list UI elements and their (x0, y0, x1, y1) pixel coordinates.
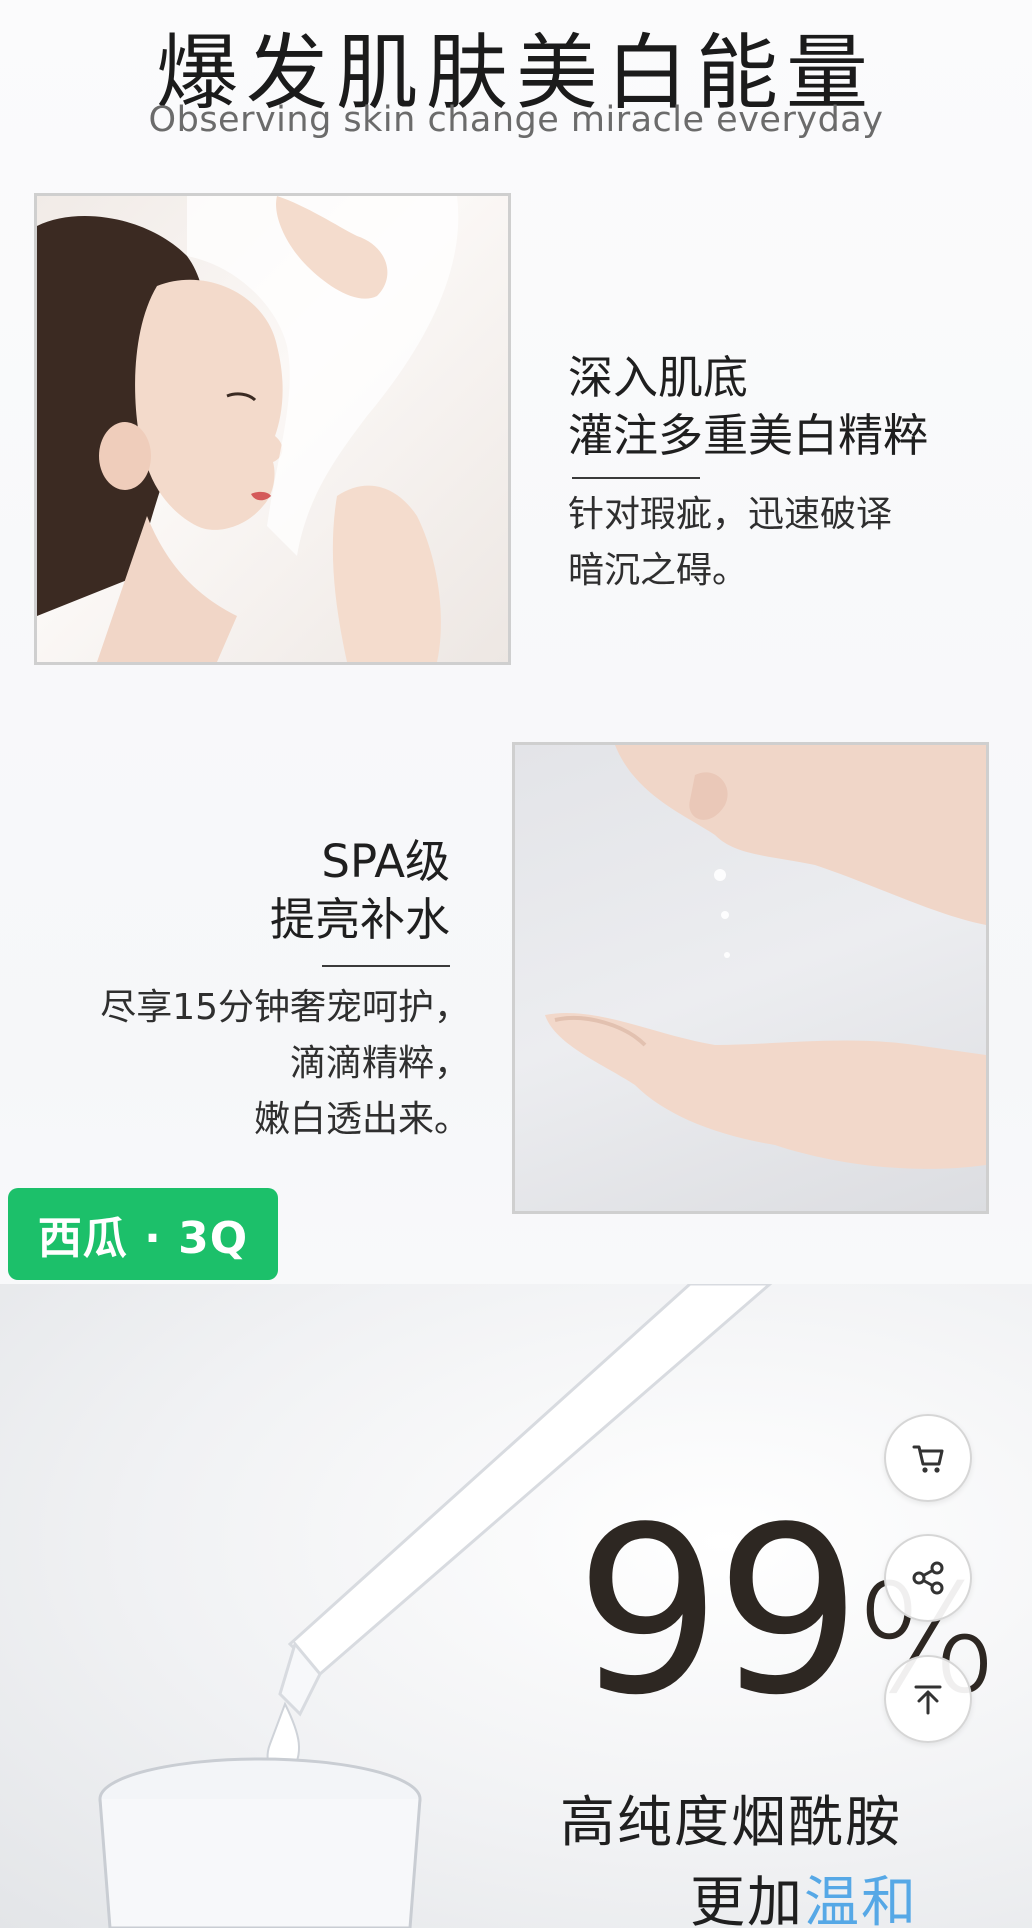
share-button[interactable] (884, 1534, 972, 1622)
promo-line-1: 高纯度烟酰胺 (560, 1790, 903, 1854)
feature-1-description: 针对瑕疵，迅速破译 暗沉之碍。 (568, 494, 893, 591)
share-icon (912, 1561, 944, 1595)
face-mask-illustration (37, 196, 459, 662)
feature-1-title: 深入肌底 灌注多重美白精粹 (568, 351, 929, 462)
page-subtitle: Observing skin change miracle everyday (148, 100, 884, 140)
feature-2-description: 尽享15分钟奢宠呵护， 滴滴精粹， 嫩白透出来。 (100, 987, 470, 1140)
feature-2-title: SPA级 提亮补水 (269, 835, 450, 946)
feature-2-divider (322, 965, 450, 967)
feature-1-divider (572, 477, 700, 479)
hands-essence-photo (512, 742, 989, 1214)
back-to-top-button[interactable] (884, 1655, 972, 1743)
cart-button[interactable] (884, 1414, 972, 1502)
hands-illustration (545, 745, 986, 1169)
arrow-up-icon (914, 1685, 942, 1715)
watermark-badge: 西瓜 · 3Q (8, 1188, 278, 1280)
promo-line-2: 更加温和 (690, 1870, 919, 1928)
face-mask-photo (34, 193, 511, 665)
product-detail-page: 爆发肌肤美白能量 Observing skin change miracle e… (0, 0, 1032, 1928)
cart-icon (912, 1445, 944, 1473)
